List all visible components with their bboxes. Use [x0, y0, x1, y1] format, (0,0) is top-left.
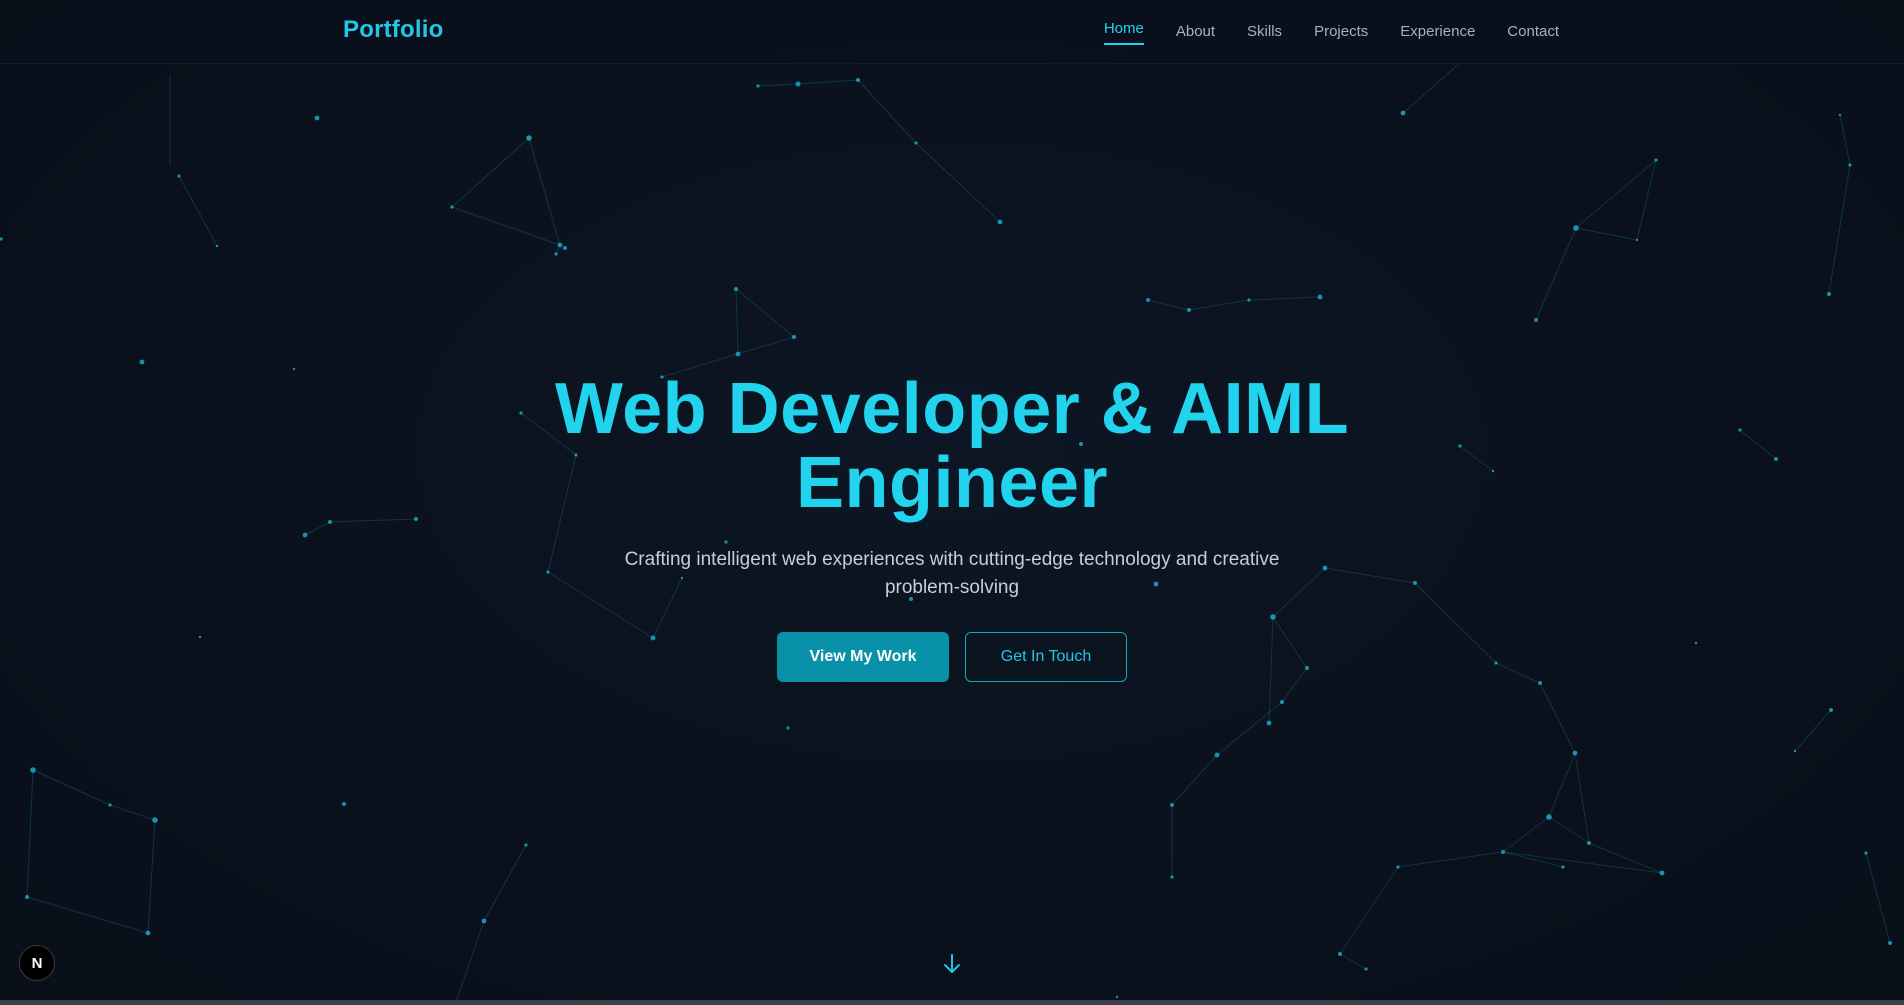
nav-link-experience[interactable]: Experience: [1400, 21, 1475, 42]
arrow-down-icon[interactable]: [940, 952, 964, 976]
page: Portfolio Home About Skills Projects Exp…: [0, 0, 1904, 1005]
nav-link-skills[interactable]: Skills: [1247, 21, 1282, 42]
get-in-touch-button[interactable]: Get In Touch: [965, 632, 1127, 682]
site-logo[interactable]: Portfolio: [343, 16, 443, 44]
nextjs-badge-icon[interactable]: N: [19, 945, 55, 981]
hero-section: Web Developer & AIML Engineer Crafting i…: [0, 372, 1904, 682]
top-navbar: Portfolio Home About Skills Projects Exp…: [0, 0, 1904, 64]
view-my-work-button[interactable]: View My Work: [777, 632, 949, 682]
nav-link-contact[interactable]: Contact: [1507, 21, 1559, 42]
hero-buttons: View My Work Get In Touch: [0, 632, 1904, 682]
nav-link-home[interactable]: Home: [1103, 18, 1144, 45]
nav-link-about[interactable]: About: [1176, 21, 1215, 42]
nav-links: Home About Skills Projects Experience Co…: [1103, 0, 1559, 63]
hero-subtitle: Crafting intelligent web experiences wit…: [624, 549, 1280, 598]
nextjs-badge-letter: N: [31, 954, 43, 972]
nav-link-projects[interactable]: Projects: [1314, 21, 1368, 42]
window-bottom-edge: [0, 1000, 1904, 1005]
hero-title: Web Developer & AIML Engineer: [554, 369, 1350, 523]
